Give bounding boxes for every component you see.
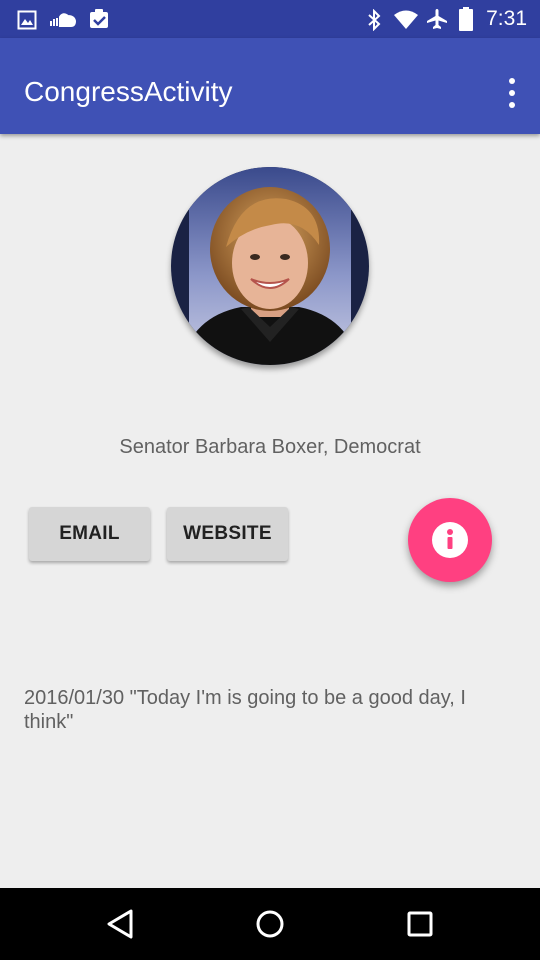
cloud-icon: [50, 13, 77, 27]
website-button[interactable]: WEBSITE: [167, 507, 288, 561]
recents-icon[interactable]: [407, 911, 433, 937]
avatar: [171, 167, 369, 365]
airplane-icon: [427, 9, 447, 29]
wifi-icon: [394, 10, 418, 29]
info-icon: [432, 522, 468, 558]
latest-tweet: 2016/01/30 "Today I'm is going to be a g…: [24, 687, 466, 733]
nav-bar: [0, 888, 540, 960]
app-bar: CongressActivity: [0, 38, 540, 134]
info-fab[interactable]: [408, 498, 492, 582]
app-title: CongressActivity: [24, 76, 233, 107]
status-bar: 7:31: [0, 0, 540, 38]
battery-icon: [459, 7, 473, 31]
home-icon[interactable]: [255, 909, 285, 939]
bluetooth-icon: [368, 9, 381, 31]
clipboard-check-icon: [90, 9, 108, 28]
back-icon[interactable]: [106, 908, 134, 940]
status-time: 7:31: [486, 7, 527, 30]
senator-name: Senator Barbara Boxer, Democrat: [119, 436, 421, 458]
more-vert-icon[interactable]: [504, 78, 520, 108]
image-icon: [17, 10, 37, 30]
email-button[interactable]: EMAIL: [29, 507, 150, 561]
